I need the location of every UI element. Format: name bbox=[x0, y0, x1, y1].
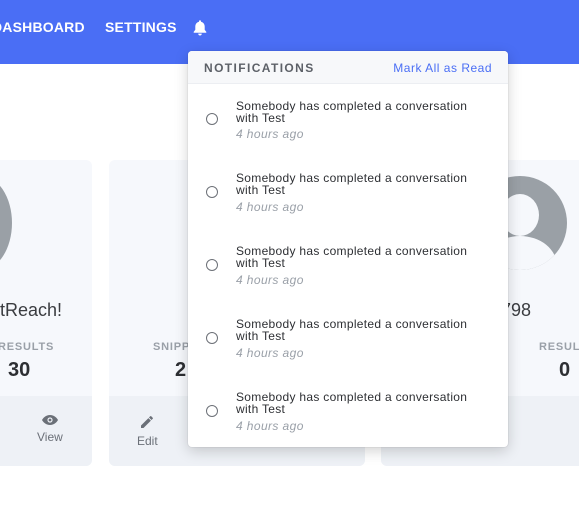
unread-indicator[interactable] bbox=[206, 259, 218, 271]
stat-label: SNIPP bbox=[153, 341, 191, 353]
notification-message: Somebody has completed a conversation wi… bbox=[236, 244, 468, 270]
stat-value: 30 bbox=[8, 359, 31, 381]
card-footer: View bbox=[0, 396, 92, 466]
notifications-header: NOTIFICATIONS Mark All as Read bbox=[188, 51, 508, 84]
notification-item[interactable]: Somebody has completed a conversation wi… bbox=[188, 157, 508, 230]
view-label: View bbox=[37, 430, 63, 444]
view-button[interactable]: View bbox=[37, 414, 63, 444]
notification-time: 4 hours ago bbox=[236, 419, 304, 433]
notification-time: 4 hours ago bbox=[236, 346, 304, 360]
notifications-title: NOTIFICATIONS bbox=[204, 61, 315, 75]
stat-value: 0 bbox=[559, 359, 571, 381]
nav-dashboard-link[interactable]: DASHBOARD bbox=[0, 19, 85, 35]
stat-label: RESULTS bbox=[0, 341, 55, 353]
bell-icon[interactable] bbox=[192, 19, 208, 37]
notification-item[interactable]: Somebody has completed a conversation wi… bbox=[188, 84, 508, 157]
stat-value: 2 bbox=[175, 359, 187, 381]
notification-time: 4 hours ago bbox=[236, 200, 304, 214]
campaign-card: tReach! RESULTS 30 View bbox=[0, 160, 92, 466]
notifications-dropdown: NOTIFICATIONS Mark All as Read Somebody … bbox=[188, 51, 508, 447]
eye-icon bbox=[41, 415, 58, 425]
unread-indicator[interactable] bbox=[206, 186, 218, 198]
mark-all-read-link[interactable]: Mark All as Read bbox=[393, 61, 492, 75]
edit-label: Edit bbox=[137, 434, 158, 448]
stat-label: RESULT bbox=[539, 341, 579, 353]
pencil-icon bbox=[141, 416, 154, 428]
notification-time: 4 hours ago bbox=[236, 273, 304, 287]
notification-message: Somebody has completed a conversation wi… bbox=[236, 171, 468, 197]
notification-item[interactable]: Somebody has completed a conversation wi… bbox=[188, 230, 508, 303]
notification-item[interactable]: Somebody has completed a conversation wi… bbox=[188, 303, 508, 376]
notification-message: Somebody has completed a conversation wi… bbox=[236, 317, 468, 343]
notification-item[interactable]: Somebody has completed a conversation wi… bbox=[188, 376, 508, 447]
notification-time: 4 hours ago bbox=[236, 127, 304, 141]
unread-indicator[interactable] bbox=[206, 332, 218, 344]
avatar bbox=[0, 176, 12, 270]
card-title: tReach! bbox=[0, 300, 63, 320]
notification-message: Somebody has completed a conversation wi… bbox=[236, 390, 468, 416]
unread-indicator[interactable] bbox=[206, 405, 218, 417]
unread-indicator[interactable] bbox=[206, 113, 218, 125]
nav-settings-link[interactable]: SETTINGS bbox=[105, 19, 177, 35]
edit-button[interactable]: Edit bbox=[137, 414, 158, 448]
notification-message: Somebody has completed a conversation wi… bbox=[236, 99, 468, 125]
